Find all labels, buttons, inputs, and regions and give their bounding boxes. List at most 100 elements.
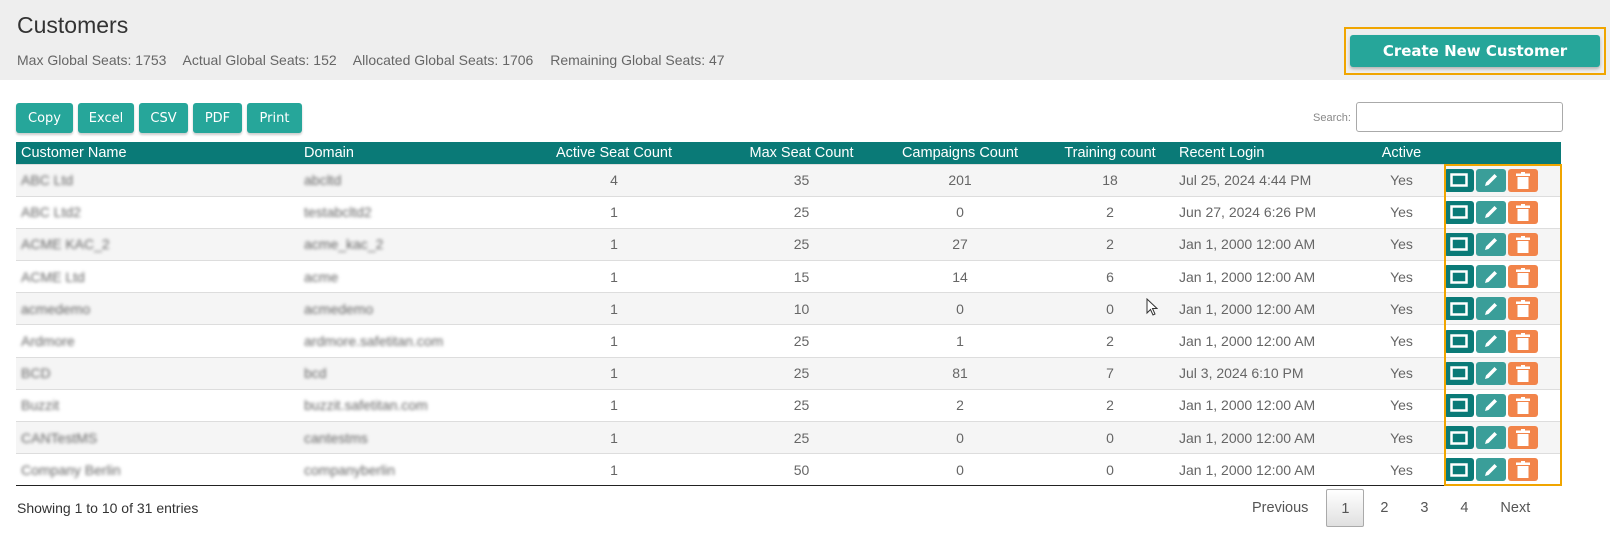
delete-trash-icon (1516, 332, 1530, 350)
csv-button[interactable]: CSV (139, 103, 188, 133)
max-seat-count: 15 (793, 268, 810, 285)
copy-button[interactable]: Copy (16, 103, 73, 133)
edit-pencil-icon (1485, 302, 1497, 315)
delete-trash-icon (1516, 396, 1530, 414)
edit-button[interactable] (1476, 361, 1506, 385)
view-button[interactable] (1444, 458, 1474, 482)
view-button[interactable] (1444, 200, 1474, 224)
active-status: Yes (1390, 204, 1413, 221)
delete-button[interactable] (1508, 458, 1538, 482)
active-status: Yes (1390, 461, 1413, 478)
view-icon (1450, 173, 1468, 187)
active-status: Yes (1390, 268, 1413, 285)
view-icon (1450, 302, 1468, 316)
delete-button[interactable] (1508, 232, 1538, 256)
column-header-active-seat-count[interactable]: Active Seat Count (499, 142, 729, 164)
table-row[interactable]: acmedemo acmedemo 1 10 0 0 Jan 1, 2000 1… (16, 292, 1561, 325)
view-button[interactable] (1444, 232, 1474, 256)
active-status: Yes (1390, 172, 1413, 189)
max-global-seats: Max Global Seats: 1753 (17, 52, 167, 68)
customer-name: Buzzit (21, 397, 60, 414)
create-new-customer-button[interactable]: Create New Customer (1350, 35, 1600, 67)
training-count: 2 (1106, 204, 1114, 221)
column-header-active[interactable]: Active (1364, 142, 1439, 164)
edit-button[interactable] (1476, 426, 1506, 450)
excel-button[interactable]: Excel (78, 103, 134, 133)
column-header-recent-login[interactable]: Recent Login (1174, 142, 1364, 164)
edit-button[interactable] (1476, 393, 1506, 417)
page-title: Customers (17, 12, 129, 38)
actual-global-seats: Actual Global Seats: 152 (182, 52, 337, 68)
delete-trash-icon (1516, 268, 1530, 286)
edit-button[interactable] (1476, 265, 1506, 289)
active-seat-count: 1 (610, 461, 618, 478)
column-header-max-seat-count[interactable]: Max Seat Count (729, 142, 874, 164)
edit-button[interactable] (1476, 200, 1506, 224)
delete-trash-icon (1516, 364, 1530, 382)
edit-button[interactable] (1476, 458, 1506, 482)
view-button[interactable] (1444, 426, 1474, 450)
page-4-button[interactable]: 4 (1444, 489, 1484, 527)
table-row[interactable]: ACME Ltd acme 1 15 14 6 Jan 1, 2000 12:0… (16, 260, 1561, 293)
page-2-button[interactable]: 2 (1364, 489, 1404, 527)
delete-button[interactable] (1508, 426, 1538, 450)
column-header-customer-name[interactable]: Customer Name (16, 142, 299, 164)
training-count: 2 (1106, 333, 1114, 350)
edit-pencil-icon (1485, 367, 1497, 380)
delete-button[interactable] (1508, 168, 1538, 192)
table-row[interactable]: Buzzit buzzit.safetitan.com 1 25 2 2 Jan… (16, 389, 1561, 422)
next-page-button[interactable]: Next (1488, 489, 1542, 527)
remaining-global-seats: Remaining Global Seats: 47 (550, 52, 725, 68)
view-button[interactable] (1444, 329, 1474, 353)
edit-button[interactable] (1476, 232, 1506, 256)
print-button[interactable]: Print (247, 103, 302, 133)
max-seat-count: 25 (793, 236, 810, 253)
row-actions (1439, 454, 1561, 486)
delete-trash-icon (1516, 235, 1530, 253)
customer-domain: companyberlin (304, 461, 396, 478)
table-header-row: Customer Name Domain Active Seat Count M… (16, 142, 1561, 164)
column-header-training-count[interactable]: Training count (1046, 142, 1174, 164)
table-row[interactable]: CANTestMS cantestms 1 25 0 0 Jan 1, 2000… (16, 421, 1561, 454)
delete-button[interactable] (1508, 361, 1538, 385)
search-input[interactable] (1356, 102, 1563, 132)
column-header-domain[interactable]: Domain (299, 142, 499, 164)
pdf-button[interactable]: PDF (193, 103, 242, 133)
active-seat-count: 4 (610, 172, 618, 189)
view-button[interactable] (1444, 361, 1474, 385)
training-count: 6 (1106, 268, 1114, 285)
edit-pencil-icon (1485, 335, 1497, 348)
table-row[interactable]: ACME KAC_2 acme_kac_2 1 25 27 2 Jan 1, 2… (16, 228, 1561, 261)
max-seat-count: 10 (793, 300, 810, 317)
customer-name: BCD (21, 365, 51, 382)
customer-domain: cantestms (304, 429, 368, 446)
edit-button[interactable] (1476, 329, 1506, 353)
delete-button[interactable] (1508, 329, 1538, 353)
table-row[interactable]: ABC Ltd2 testabcltd2 1 25 0 2 Jun 27, 20… (16, 196, 1561, 229)
edit-button[interactable] (1476, 297, 1506, 321)
table-row[interactable]: BCD bcd 1 25 81 7 Jul 3, 2024 6:10 PM Ye… (16, 357, 1561, 390)
delete-button[interactable] (1508, 200, 1538, 224)
delete-button[interactable] (1508, 265, 1538, 289)
view-button[interactable] (1444, 265, 1474, 289)
table-row[interactable]: ABC Ltd abcltd 4 35 201 18 Jul 25, 2024 … (16, 164, 1561, 197)
previous-page-button[interactable]: Previous (1240, 489, 1320, 527)
table-row[interactable]: Ardmore ardmore.safetitan.com 1 25 1 2 J… (16, 324, 1561, 358)
column-header-campaigns-count[interactable]: Campaigns Count (874, 142, 1046, 164)
view-button[interactable] (1444, 297, 1474, 321)
page-3-button[interactable]: 3 (1404, 489, 1444, 527)
page-1-button[interactable]: 1 (1326, 489, 1365, 527)
view-button[interactable] (1444, 168, 1474, 192)
edit-button[interactable] (1476, 168, 1506, 192)
customer-domain: acme (304, 268, 339, 285)
edit-pencil-icon (1485, 399, 1497, 412)
customer-domain: buzzit.safetitan.com (304, 397, 428, 414)
table-row[interactable]: Company Berlin companyberlin 1 50 0 0 Ja… (16, 453, 1561, 486)
customer-name: Company Berlin (21, 461, 121, 478)
delete-button[interactable] (1508, 297, 1538, 321)
search-label: Search: (1313, 112, 1351, 124)
delete-button[interactable] (1508, 393, 1538, 417)
campaigns-count: 0 (956, 461, 964, 478)
pagination: Previous 1 2 3 4 Next (1240, 489, 1542, 527)
view-button[interactable] (1444, 393, 1474, 417)
